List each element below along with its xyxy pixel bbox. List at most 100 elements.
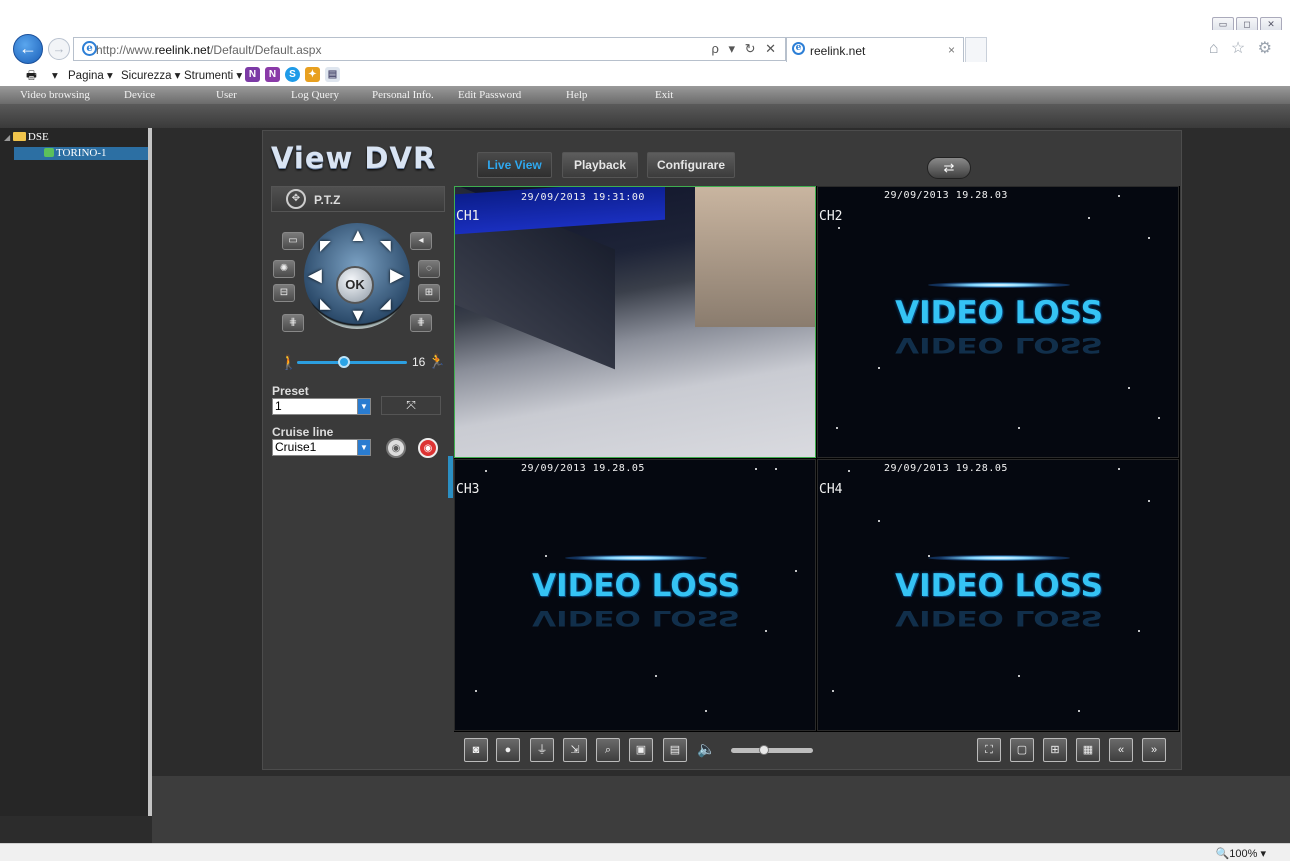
speed-value: 16 xyxy=(412,355,426,369)
single-view-icon[interactable]: ▢ xyxy=(1010,738,1034,762)
switch-view-button[interactable]: ⇄ xyxy=(927,157,971,179)
display-icon[interactable]: ▣ xyxy=(629,738,653,762)
tab-playback[interactable]: Playback xyxy=(562,152,638,178)
cruise-line-select[interactable]: Cruise1 xyxy=(272,439,358,456)
folder-icon xyxy=(12,132,26,141)
ch1-feed-wall xyxy=(695,187,815,327)
back-button[interactable]: ← xyxy=(13,34,43,64)
menu-personal-info[interactable]: Personal Info. xyxy=(372,89,434,101)
video-pane-ch3[interactable]: 29/09/2013 19.28.05 CH3 VIDEO LOSS VIDEO… xyxy=(454,459,816,731)
browser-window: ▭ ◻ ✕ ← → e http://www.reelink.net/Defau… xyxy=(0,0,1290,861)
cruise-start-icon[interactable]: ◉ xyxy=(386,438,406,458)
iris-close-icon[interactable]: ▭ xyxy=(282,232,304,250)
menu-user[interactable]: User xyxy=(216,89,237,101)
sicurezza-menu[interactable]: Sicurezza ▾ xyxy=(121,68,180,82)
menu-log-query[interactable]: Log Query xyxy=(291,89,339,101)
fast-runner-icon: 🏃 xyxy=(428,353,446,369)
ptz-down-icon[interactable]: ▼ xyxy=(349,305,367,326)
browser-tab[interactable]: e reelink.net × xyxy=(786,37,964,62)
menu-help[interactable]: Help xyxy=(566,89,587,101)
ch4-label: CH4 xyxy=(819,482,843,497)
address-tools-icons[interactable]: ρ ▾ ↻ ✕ xyxy=(711,41,779,57)
ptz-right-icon[interactable]: ▶ xyxy=(390,265,404,286)
tree-root-dse[interactable]: ◢ DSE xyxy=(4,131,49,143)
tab-favicon-icon: e xyxy=(792,42,805,55)
menu-device[interactable]: Device xyxy=(124,89,155,101)
onenote-linked-icon[interactable]: N xyxy=(265,67,280,82)
iris-open-icon[interactable]: ◂ xyxy=(410,232,432,250)
volume-icon[interactable]: 🔈 xyxy=(697,740,716,758)
onenote-icon[interactable]: N xyxy=(245,67,260,82)
ptz-down-left-icon[interactable]: ◣ xyxy=(320,295,331,312)
ch2-video-loss-text: VIDEO LOSS xyxy=(895,295,1103,331)
light-icon[interactable]: ⋕ xyxy=(282,314,304,332)
tab-close-icon[interactable]: × xyxy=(948,43,955,57)
save-icon[interactable]: ▤ xyxy=(663,738,687,762)
tab-live-view[interactable]: Live View xyxy=(477,152,552,178)
cruise-stop-icon[interactable]: ◉ xyxy=(418,438,438,458)
ptz-left-icon[interactable]: ◀ xyxy=(308,265,322,286)
zoom-out-icon[interactable]: ⊟ xyxy=(273,284,295,302)
pane-splitter[interactable] xyxy=(148,128,152,816)
zoom-in-icon[interactable]: ⊞ xyxy=(418,284,440,302)
tree-child-label: TORINO-1 xyxy=(56,147,107,159)
record-icon[interactable]: ● xyxy=(496,738,520,762)
focus-near-icon[interactable]: ✺ xyxy=(273,260,295,278)
home-favorites-tools-icons[interactable]: ⌂ ☆ ⚙ xyxy=(1209,38,1276,58)
zoom-level[interactable]: 🔍100% ▾ xyxy=(1216,847,1266,860)
new-tab-button[interactable] xyxy=(965,37,987,62)
video-grid: 29/09/2013 19:31:00 CH1 29/09/2013 19.28… xyxy=(454,186,1180,732)
ch3-video-loss-reflection: VIDEO LOSS xyxy=(532,605,740,631)
ch3-timestamp: 29/09/2013 19.28.05 xyxy=(521,463,645,474)
forward-button[interactable]: → xyxy=(48,38,70,60)
volume-slider-track[interactable] xyxy=(731,748,813,753)
next-page-icon[interactable]: » xyxy=(1142,738,1166,762)
tree-item-torino-1[interactable]: TORINO-1 xyxy=(14,147,148,160)
snapshot-icon[interactable]: ◙ xyxy=(464,738,488,762)
nine-view-icon[interactable]: ▦ xyxy=(1076,738,1100,762)
preset-goto-button[interactable]: ⤧ xyxy=(381,396,441,415)
pagina-menu[interactable]: Pagina ▾ xyxy=(68,68,113,82)
tab-configurare[interactable]: Configurare xyxy=(647,152,735,178)
ch3-label: CH3 xyxy=(456,482,480,497)
video-pane-ch4[interactable]: 29/09/2013 19.28.05 CH4 VIDEO LOSS VIDEO… xyxy=(817,459,1179,731)
grid-side-handle[interactable] xyxy=(448,456,453,498)
preset-select[interactable]: 1 xyxy=(272,398,358,415)
focus-far-icon[interactable]: ◌ xyxy=(418,260,440,278)
menu-edit-password[interactable]: Edit Password xyxy=(458,89,521,101)
previous-page-icon[interactable]: « xyxy=(1109,738,1133,762)
ptz-up-icon[interactable]: ▲ xyxy=(349,225,367,246)
strumenti-menu[interactable]: Strumenti ▾ xyxy=(184,68,242,82)
page-tools-icon[interactable]: ▤ xyxy=(325,67,340,82)
volume-slider-knob[interactable] xyxy=(759,745,769,755)
preset-label: Preset xyxy=(272,384,309,398)
fullscreen-icon[interactable]: ⛶ xyxy=(977,738,1001,762)
url-text: http://www.reelink.net/Default/Default.a… xyxy=(96,43,322,57)
ptz-down-right-icon[interactable]: ◢ xyxy=(380,295,391,312)
menu-exit[interactable]: Exit xyxy=(655,89,673,101)
talk-icon[interactable]: ⏚ xyxy=(530,738,554,762)
video-pane-ch2[interactable]: 29/09/2013 19.28.03 CH2 VIDEO LOSS VIDEO… xyxy=(817,186,1179,458)
address-bar[interactable]: e http://www.reelink.net/Default/Default… xyxy=(73,37,786,61)
ch2-timestamp: 29/09/2013 19.28.03 xyxy=(884,190,1008,201)
print-dropdown[interactable]: ▾ xyxy=(52,68,58,82)
ptz-up-left-icon[interactable]: ◤ xyxy=(320,237,331,254)
video-pane-ch1[interactable]: 29/09/2013 19:31:00 CH1 xyxy=(454,186,816,458)
ptz-header[interactable]: ✥ P.T.Z xyxy=(271,186,445,212)
cruise-dropdown-icon[interactable]: ▼ xyxy=(357,439,371,456)
ptz-ok-button[interactable]: OK xyxy=(336,266,374,304)
speed-slider-knob[interactable] xyxy=(338,356,350,368)
preset-dropdown-icon[interactable]: ▼ xyxy=(357,398,371,415)
skype-icon[interactable]: S xyxy=(285,67,300,82)
menu-video-browsing[interactable]: Video browsing xyxy=(20,89,90,101)
ch4-glow xyxy=(928,555,1070,561)
zoom-view-icon[interactable]: ⌕ xyxy=(596,738,620,762)
export-icon[interactable]: ⇲ xyxy=(563,738,587,762)
print-icon[interactable]: 🖶 xyxy=(26,68,37,87)
wiper-icon[interactable]: ⋕ xyxy=(410,314,432,332)
ch4-video-loss-text: VIDEO LOSS xyxy=(895,568,1103,604)
speed-slider-track[interactable] xyxy=(297,361,407,364)
addon-icon[interactable]: ✦ xyxy=(305,67,320,82)
ptz-up-right-icon[interactable]: ◥ xyxy=(380,237,391,254)
quad-view-icon[interactable]: ⊞ xyxy=(1043,738,1067,762)
